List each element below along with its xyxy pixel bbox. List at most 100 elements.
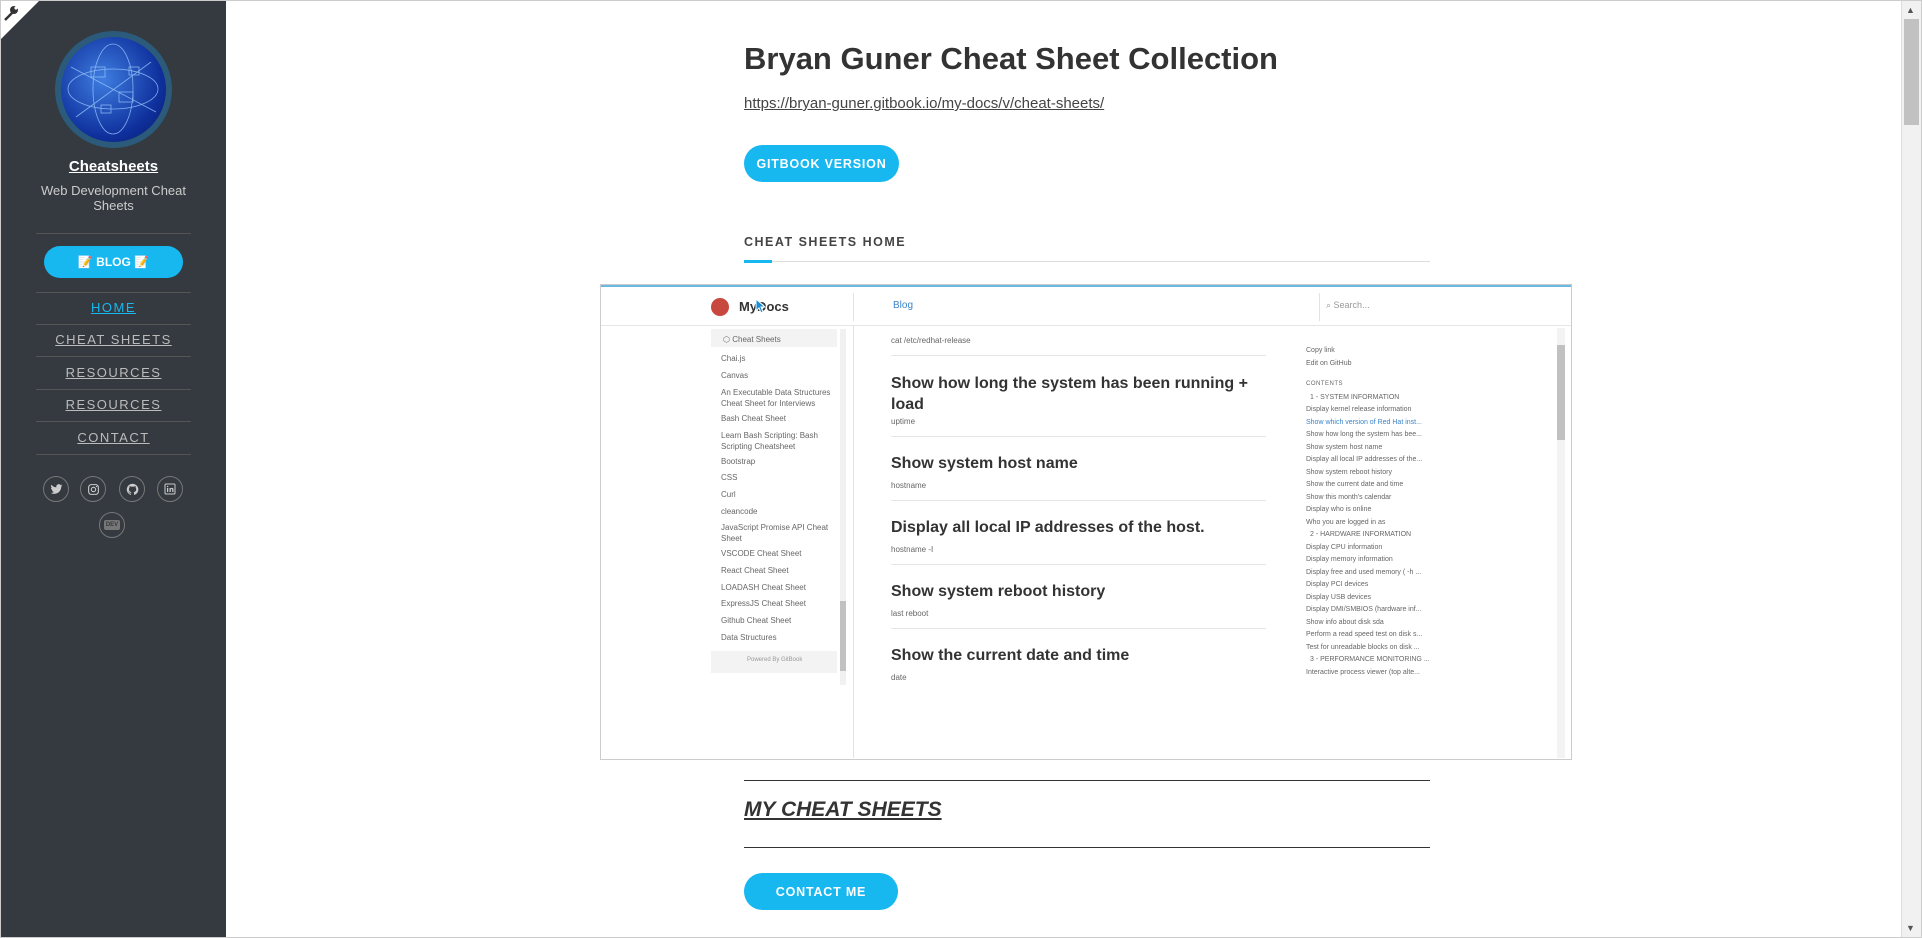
toc-item: Show the current date and time	[1306, 481, 1404, 488]
section-label: CHEAT SHEETS HOME	[744, 235, 907, 249]
edit-on-github: Edit on GitHub	[1306, 360, 1352, 367]
toc-item: Display all local IP addresses of the...	[1306, 456, 1423, 463]
scroll-down-arrow-icon[interactable]: ▼	[1906, 923, 1915, 933]
cursor-icon	[755, 298, 767, 314]
nav-item: React Cheat Sheet	[721, 566, 789, 575]
nav-home[interactable]: HOME	[36, 300, 191, 315]
toc-item: Who you are logged in as	[1306, 519, 1386, 526]
site-subtitle: Web Development Cheat Sheets	[40, 183, 186, 213]
twitter-icon[interactable]	[43, 476, 69, 502]
left-nav-scroll-thumb	[840, 601, 846, 671]
blog-button[interactable]: 📝 BLOG 📝	[44, 246, 183, 278]
sidebar-divider	[36, 356, 191, 357]
nav-contact[interactable]: CONTACT	[36, 430, 191, 445]
nav-item: Bootstrap	[721, 457, 756, 466]
page-scrollbar[interactable]	[1901, 1, 1921, 937]
wrench-icon[interactable]	[3, 4, 21, 22]
nav-item: Data Structures	[721, 633, 777, 642]
contents-label: CONTENTS	[1306, 381, 1343, 387]
content-separator	[853, 326, 854, 758]
toc-item-selected: Show which version of Red Hat inst...	[1306, 419, 1422, 426]
page-scroll-thumb[interactable]	[1904, 19, 1919, 125]
toc-item: Show system reboot history	[1306, 469, 1392, 476]
gitbook-search-placeholder: Search...	[1333, 300, 1370, 310]
contact-me-button[interactable]: CONTACT ME	[744, 873, 898, 910]
toc-item: Perform a read speed test on disk s...	[1306, 631, 1423, 638]
sidebar-divider	[36, 454, 191, 455]
gitbook-version-button[interactable]: GITBOOK VERSION	[744, 145, 899, 182]
nav-item: ⬡ Cheat Sheets	[723, 335, 781, 344]
avatar[interactable]	[55, 31, 172, 148]
nav-item: cleancode	[721, 507, 758, 516]
sidebar-divider	[36, 233, 191, 234]
main-content: Bryan Guner Cheat Sheet Collection https…	[226, 1, 1901, 937]
gitbook-url-link[interactable]: https://bryan-guner.gitbook.io/my-docs/v…	[744, 95, 1104, 112]
toc-item: Show this month's calendar	[1306, 494, 1392, 501]
nav-cheat-sheets[interactable]: CHEAT SHEETS	[36, 332, 191, 347]
section-accent	[744, 260, 772, 263]
code-line: hostname	[891, 481, 927, 490]
nav-item: LOADASH Cheat Sheet	[721, 583, 806, 592]
mydocs-logo-icon	[711, 298, 729, 316]
code-line: date	[891, 673, 907, 682]
nav-resources[interactable]: RESOURCES	[36, 365, 191, 380]
nav-item: An Executable Data Structures Cheat Shee…	[721, 388, 831, 408]
toc-item: Display USB devices	[1306, 594, 1371, 601]
gitbook-search: ⌕ Search...	[1326, 300, 1370, 310]
sidebar-divider	[36, 292, 191, 293]
toc-section: 3 - PERFORMANCE MONITORING ...	[1310, 656, 1430, 663]
sidebar: Cheatsheets Web Development Cheat Sheets…	[1, 1, 226, 937]
gitbook-screenshot[interactable]: MyDocs Blog ⌕ Search... ⬡ Cheat Sheets C…	[600, 284, 1572, 760]
gitbook-header: MyDocs Blog ⌕ Search...	[601, 285, 1571, 326]
content-heading: Show how long the system has been runnin…	[891, 375, 1248, 413]
toc-item: Display PCI devices	[1306, 581, 1369, 588]
avatar-image	[61, 37, 166, 142]
toc-item: Interactive process viewer (top alte...	[1306, 669, 1420, 676]
sidebar-divider	[36, 324, 191, 325]
nav-item: VSCODE Cheat Sheet	[721, 549, 802, 558]
site-title[interactable]: Cheatsheets	[1, 158, 226, 175]
powered-by-label: Powered By GitBook	[747, 657, 803, 663]
code-line: last reboot	[891, 609, 929, 618]
instagram-icon[interactable]	[80, 476, 106, 502]
content-heading: Show system host name	[891, 455, 1078, 472]
nav-item: ExpressJS Cheat Sheet	[721, 599, 806, 608]
toc-section: 1 - SYSTEM INFORMATION	[1310, 394, 1400, 401]
linkedin-icon[interactable]	[157, 476, 183, 502]
divider	[891, 436, 1266, 437]
divider-bottom	[744, 847, 1430, 848]
github-icon[interactable]	[119, 476, 145, 502]
nav-item: Bash Cheat Sheet	[721, 414, 786, 423]
gitbook-blog-link: Blog	[893, 300, 914, 311]
powered-by-gitbook: Powered By GitBook	[711, 651, 837, 673]
my-cheat-sheets-heading[interactable]: MY CHEAT SHEETS	[744, 798, 942, 822]
gitbook-left-nav: ⬡ Cheat Sheets Chai.js Canvas An Executa…	[711, 329, 847, 759]
toc-item: Display free and used memory ( -h ...	[1306, 569, 1422, 576]
dev-icon[interactable]: DEV	[99, 512, 125, 538]
code-line: uptime	[891, 417, 916, 426]
toc-item: Test for unreadable blocks on disk ...	[1306, 644, 1420, 651]
nav-item: Chai.js	[721, 354, 746, 363]
gitbook-scroll-thumb	[1557, 345, 1565, 440]
nav-item: Canvas	[721, 371, 749, 380]
nav-item: Curl	[721, 490, 736, 499]
sidebar-divider	[36, 421, 191, 422]
toc-item: Display memory information	[1306, 556, 1393, 563]
toc-item: Show system host name	[1306, 444, 1383, 451]
divider	[891, 500, 1266, 501]
nav-item: Learn Bash Scripting: Bash Scripting Che…	[721, 431, 818, 451]
divider	[891, 355, 1266, 356]
sidebar-divider	[36, 389, 191, 390]
nav-item: JavaScript Promise API Cheat Sheet	[721, 523, 829, 543]
content-heading: Display all local IP addresses of the ho…	[891, 519, 1205, 536]
toc-item: Display CPU information	[1306, 544, 1383, 551]
nav-item: Github Cheat Sheet	[721, 616, 792, 625]
scroll-up-arrow-icon[interactable]: ▲	[1906, 5, 1915, 15]
section-divider	[744, 261, 1430, 262]
content-heading: Show system reboot history	[891, 583, 1106, 600]
code-line: hostname -I	[891, 545, 934, 554]
toc-item: Display kernel release information	[1306, 406, 1412, 413]
header-separator	[1319, 293, 1320, 321]
toc-section: 2 - HARDWARE INFORMATION	[1310, 531, 1412, 538]
nav-resources-2[interactable]: RESOURCES	[36, 397, 191, 412]
